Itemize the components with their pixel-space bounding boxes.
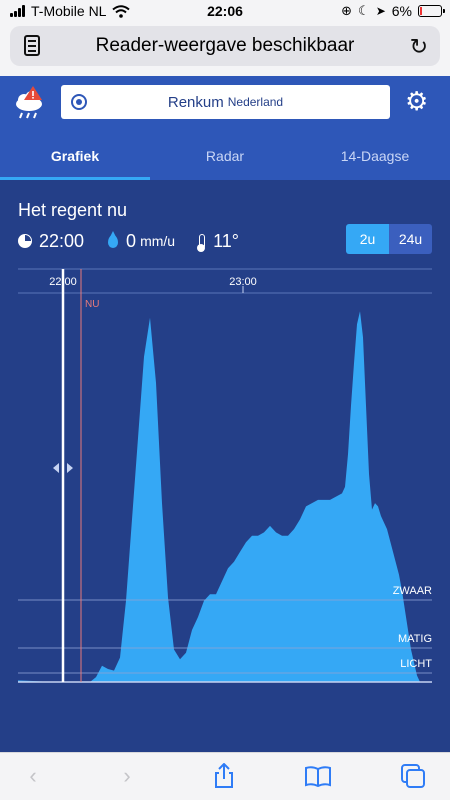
reader-view-icon[interactable] <box>24 35 40 56</box>
location-country: Nederland <box>227 95 284 109</box>
rain-area <box>18 311 432 682</box>
range-24u-button[interactable]: 24u <box>389 224 432 254</box>
status-bar: T-Mobile NL 22:06 ⊕ ☾ ➤ 6% <box>0 0 450 22</box>
now-label: NU <box>85 299 99 310</box>
current-stats: 22:00 0 mm/u 11° <box>18 229 263 253</box>
raindrop-icon <box>108 230 119 248</box>
current-status: Het regent nu <box>18 200 128 220</box>
rain-unit: mm/u <box>140 233 176 249</box>
tab-bar: Grafiek Radar 14-Daagse <box>0 138 450 180</box>
back-icon[interactable]: ‹ <box>18 761 48 791</box>
location-arrow-icon: ➤ <box>375 4 386 18</box>
location-target-icon <box>71 94 87 110</box>
orientation-lock-icon: ⊕ <box>341 3 353 18</box>
share-icon[interactable] <box>209 761 239 791</box>
level-label-matig: MATIG <box>398 633 432 645</box>
clock-icon <box>18 234 32 248</box>
reader-available-label: Reader-weergave beschikbaar <box>95 35 355 56</box>
rain-value: 0 <box>126 230 137 251</box>
tab-radar[interactable]: Radar <box>150 138 300 180</box>
current-time: 22:00 <box>39 230 85 251</box>
weather-alert-logo-icon[interactable] <box>14 86 44 120</box>
reload-icon[interactable]: ↻ <box>410 34 428 60</box>
weather-app: Renkum Nederland ⚙ Grafiek Radar 14-Daag… <box>0 76 450 752</box>
app-header: Renkum Nederland ⚙ Grafiek Radar 14-Daag… <box>0 76 450 180</box>
address-bar[interactable]: Reader-weergave beschikbaar ↻ <box>10 26 440 66</box>
tab-14-daagse[interactable]: 14-Daagse <box>300 138 450 180</box>
settings-gear-icon[interactable]: ⚙ <box>405 88 428 114</box>
battery-icon <box>418 5 445 17</box>
location-selector[interactable]: Renkum Nederland <box>61 85 390 119</box>
location-city: Renkum <box>167 93 224 111</box>
time-tick-label-1: 23:00 <box>229 276 257 288</box>
forward-icon[interactable]: › <box>112 761 142 791</box>
tab-grafiek[interactable]: Grafiek <box>0 138 150 180</box>
level-label-licht: LICHT <box>400 658 432 670</box>
moon-icon: ☾ <box>358 3 370 18</box>
battery-label: 6% <box>391 3 412 19</box>
thermometer-icon <box>197 233 206 252</box>
tabs-icon[interactable] <box>398 761 428 791</box>
bookmarks-icon[interactable] <box>303 761 333 791</box>
range-toggle: 2u 24u <box>346 224 432 254</box>
rain-chart[interactable]: ZWAARMATIGLICHT22:0023:00NU <box>0 256 450 696</box>
temperature-value: 11° <box>213 230 239 251</box>
level-label-zwaar: ZWAAR <box>393 585 432 597</box>
browser-toolbar: ‹ › <box>0 752 450 800</box>
range-2u-button[interactable]: 2u <box>346 224 389 254</box>
